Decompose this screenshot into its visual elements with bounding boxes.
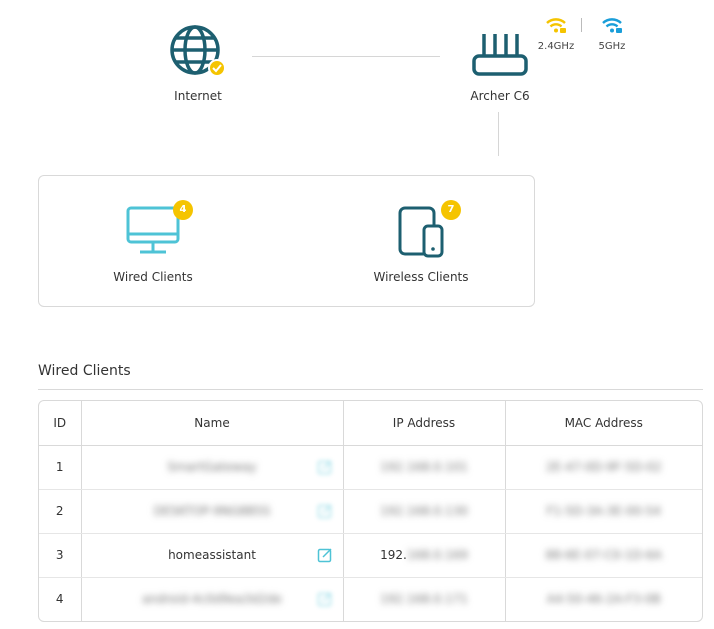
section-title: Wired Clients	[38, 363, 131, 379]
cell-id: 1	[39, 445, 81, 490]
client-ip-prefix: 192.	[380, 548, 407, 562]
cell-id: 2	[39, 489, 81, 534]
edit-icon[interactable]	[317, 591, 333, 607]
wifi-2-4ghz-icon	[546, 18, 566, 33]
client-name: android-4c0d9ea3d2de	[142, 592, 282, 607]
band-label-5ghz: 5GHz	[598, 41, 626, 52]
cell-ip: 192.168.0.169	[342, 533, 505, 578]
cell-mac: A4-50-46-2A-F3-0B	[504, 577, 702, 621]
client-ip: 192.168.0.101	[380, 460, 468, 474]
table-header-row: ID Name IP Address MAC Address	[39, 401, 702, 446]
client-mac: 88-6E-07-C0-1D-6A	[545, 548, 662, 562]
internet-label: Internet	[174, 89, 222, 103]
header-ip[interactable]: IP Address	[342, 401, 505, 446]
globe-icon	[170, 25, 226, 77]
client-ip: 192.168.0.130	[380, 504, 468, 518]
wifi-5ghz-icon	[602, 18, 622, 33]
cell-id: 3	[39, 533, 81, 578]
wireless-clients-card[interactable]: 7 Wireless Clients	[341, 200, 501, 284]
wireless-clients-label: Wireless Clients	[373, 270, 469, 284]
wired-clients-table: ID Name IP Address MAC Address 1 SmartGa…	[38, 400, 703, 622]
cell-mac: 2E-47-0D-9F-5D-02	[504, 445, 702, 490]
cell-ip: 192.168.0.171	[342, 577, 505, 621]
edit-icon[interactable]	[317, 459, 333, 475]
header-name[interactable]: Name	[80, 401, 343, 446]
router-node[interactable]: Archer C6	[460, 30, 540, 103]
band-label-2-4ghz: 2.4GHz	[537, 41, 575, 52]
edit-icon[interactable]	[317, 547, 333, 563]
router-clients-line	[498, 112, 499, 156]
cell-name: android-4c0d9ea3d2de	[80, 577, 343, 621]
clients-panel: 4 Wired Clients 7 Wireless Clients	[38, 175, 535, 307]
client-name: SmartGateway	[167, 460, 257, 474]
table-row: 1 SmartGateway 192.168.0.101 2E-47-0D-9F…	[39, 445, 702, 490]
edit-icon[interactable]	[317, 503, 333, 519]
check-icon	[208, 59, 226, 77]
cell-id: 4	[55, 592, 64, 607]
client-mac: F1-5D-3A-3E-00-54	[546, 504, 661, 518]
cell-name: DESKTOP-9NG8B5S	[80, 489, 343, 534]
band-5ghz[interactable]: 5GHz	[590, 16, 634, 52]
cell-name: SmartGateway	[80, 445, 343, 490]
client-name: DESKTOP-9NG8B5S	[153, 504, 271, 518]
client-mac: 2E-47-0D-9F-5D-02	[545, 460, 662, 474]
header-mac[interactable]: MAC Address	[504, 401, 702, 446]
wireless-count-badge: 7	[441, 200, 461, 220]
wired-clients-label: Wired Clients	[113, 270, 193, 284]
connection-line	[252, 56, 440, 57]
wired-count-badge: 4	[173, 200, 193, 220]
cell-mac: F1-5D-3A-3E-00-54	[504, 489, 702, 534]
band-2-4ghz[interactable]: 2.4GHz	[534, 16, 578, 52]
client-ip-rest: 168.0.169	[406, 548, 468, 562]
cell-mac: 88-6E-07-C0-1D-6A	[504, 533, 702, 578]
header-id[interactable]: ID	[39, 401, 81, 446]
cell-name: homeassistant	[80, 533, 343, 578]
band-divider	[581, 18, 582, 32]
client-mac: A4-50-46-2A-F3-0B	[546, 592, 661, 607]
section-divider	[38, 389, 703, 390]
wifi-bands: 2.4GHz 5GHz	[534, 16, 634, 56]
cell-ip: 192.168.0.130	[342, 489, 505, 534]
table-row: 3 homeassistant 192.168.0.169 88-6E-07-C…	[39, 533, 702, 578]
table-row: 4 android-4c0d9ea3d2de 192.168.0.171 A4-…	[39, 577, 702, 621]
wired-clients-card[interactable]: 4 Wired Clients	[73, 200, 233, 284]
internet-node[interactable]: Internet	[160, 24, 236, 103]
table-row: 2 DESKTOP-9NG8B5S 192.168.0.130 F1-5D-3A…	[39, 489, 702, 534]
client-ip: 192.168.0.171	[380, 592, 468, 607]
client-name: homeassistant	[168, 548, 256, 562]
router-label: Archer C6	[470, 89, 530, 103]
cell-ip: 192.168.0.101	[342, 445, 505, 490]
router-icon	[472, 34, 528, 76]
